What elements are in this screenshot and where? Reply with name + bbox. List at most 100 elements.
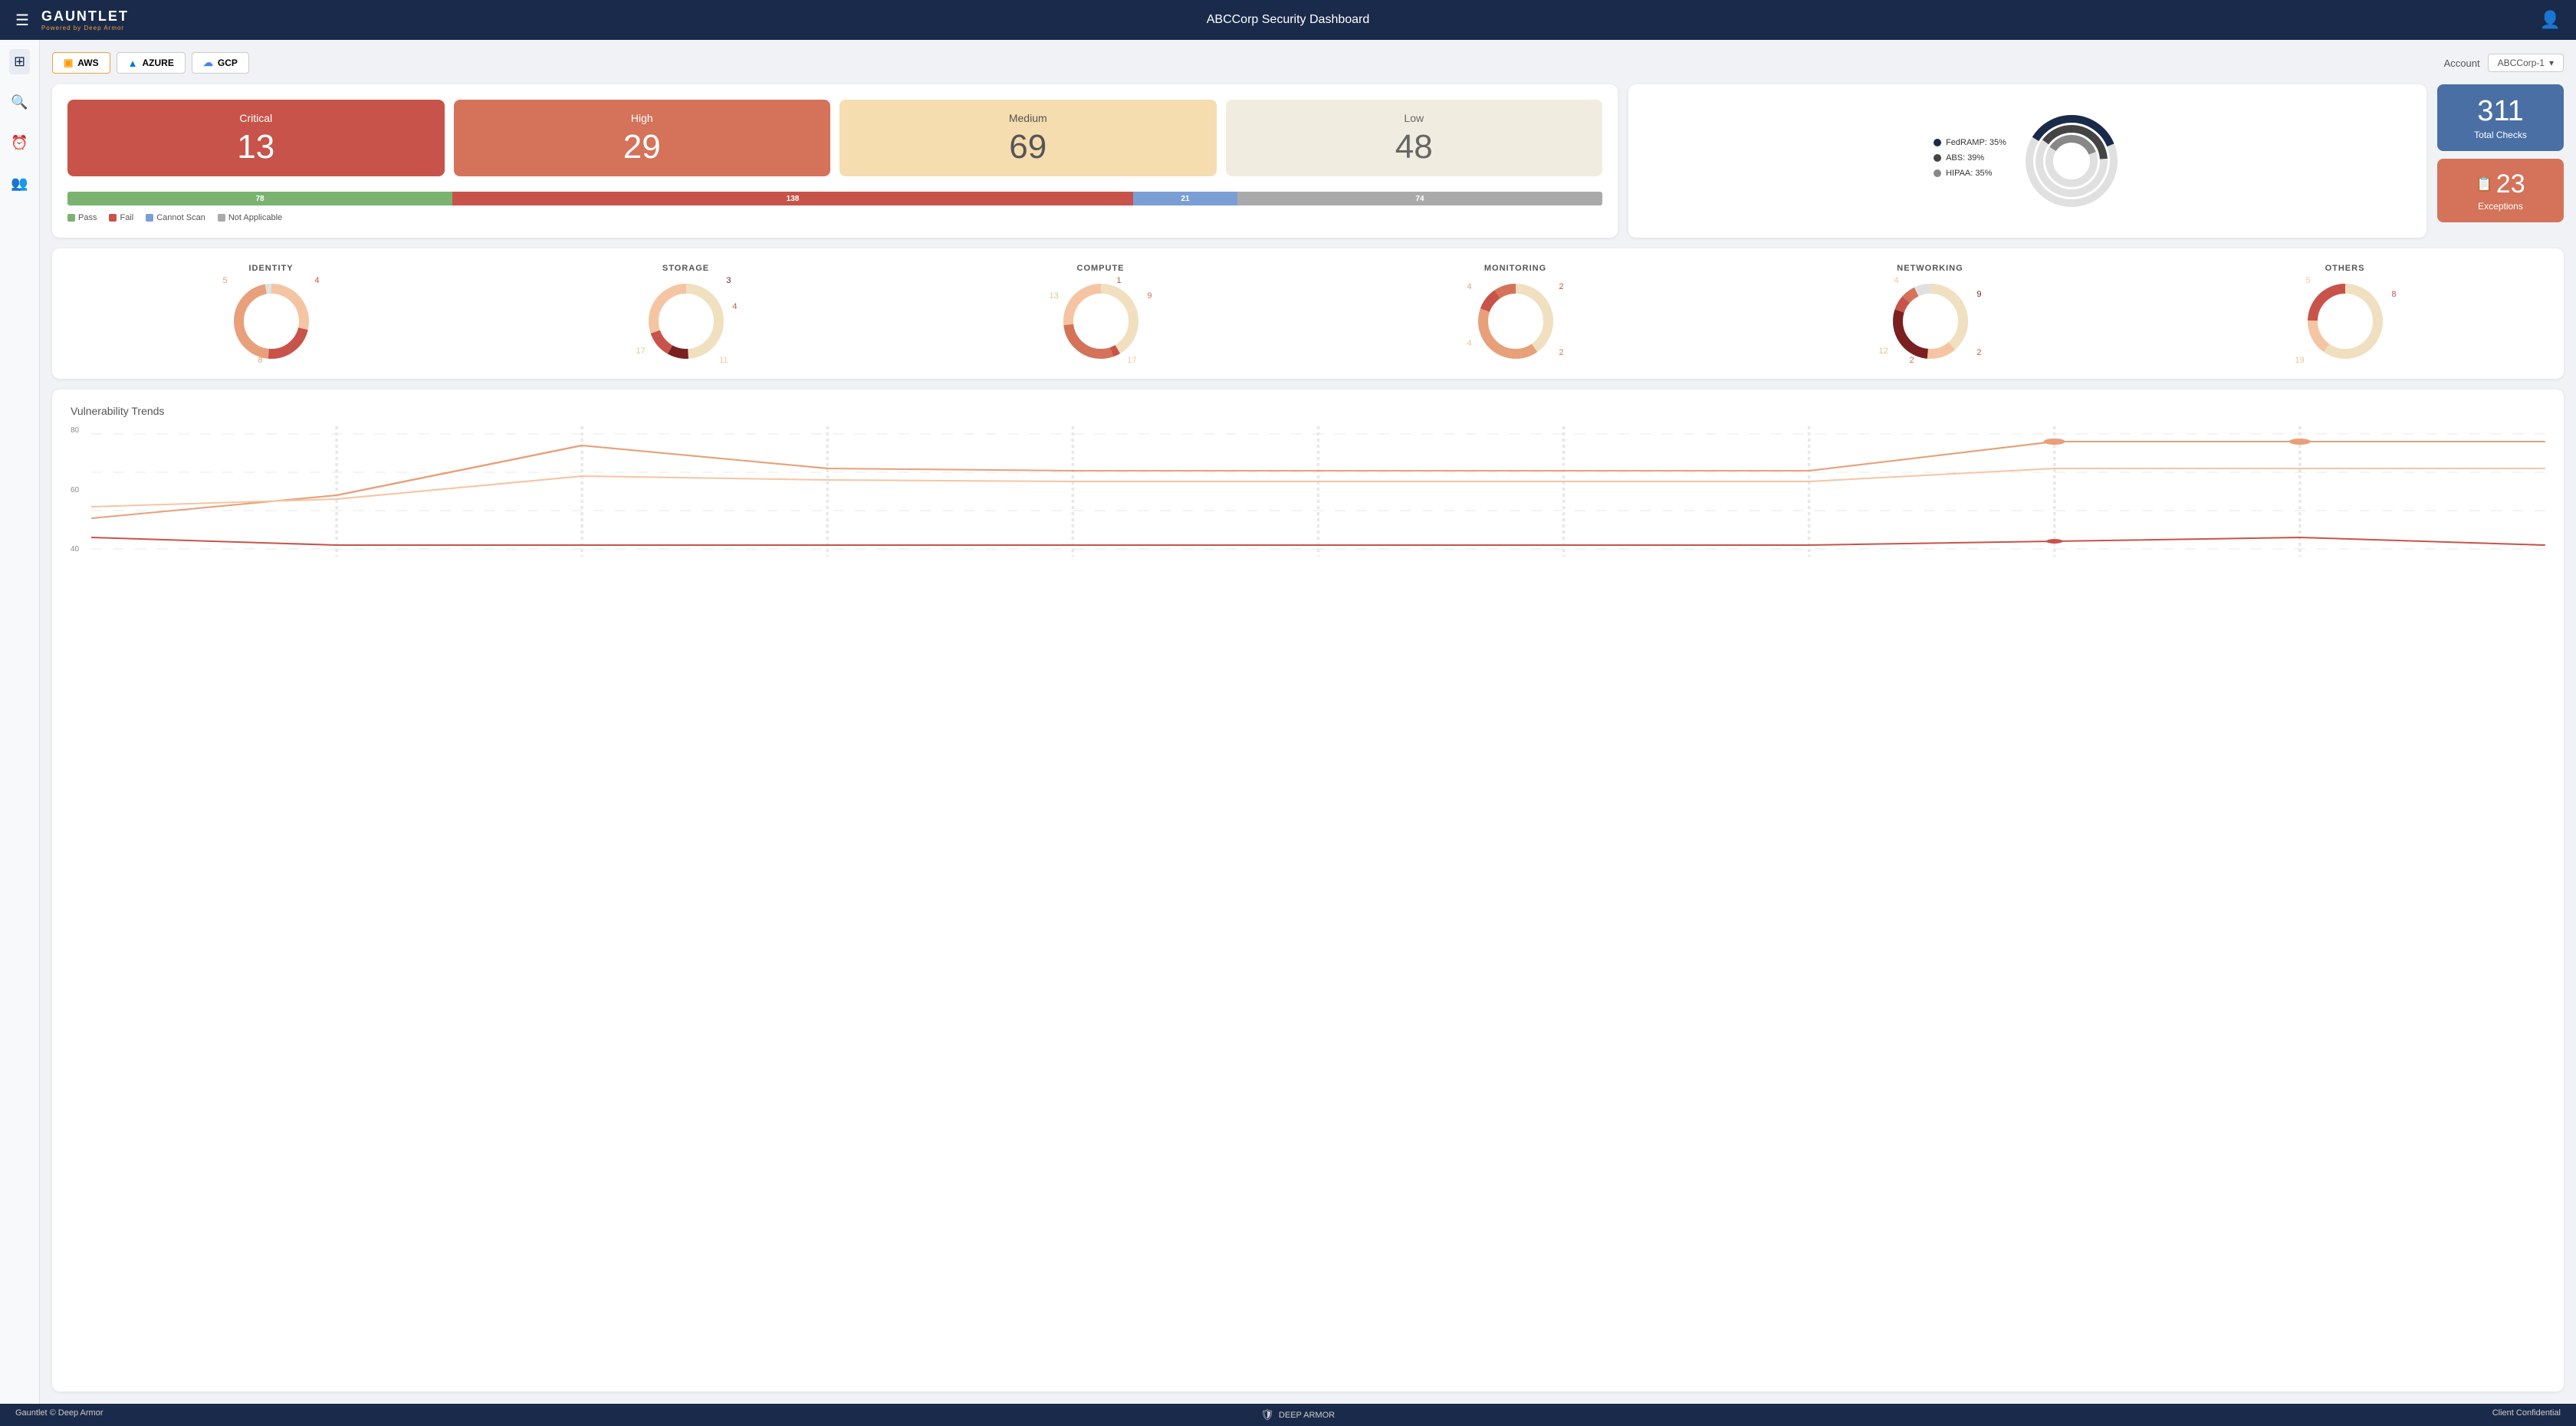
chevron-down-icon: ▾ xyxy=(2549,58,2554,68)
total-checks-number: 311 xyxy=(2477,95,2524,128)
severity-panel: Critical 13 High 29 Medium 69 Low 48 xyxy=(52,84,1618,238)
footer-center: 🛡 DEEP ARMOR xyxy=(1260,1408,1335,1421)
account-value: ABCCorp-1 xyxy=(2498,58,2545,68)
content-area: ▣ AWS ▲ AZURE ☁ GCP Account ABCCorp-1 ▾ xyxy=(40,40,2576,1404)
legend-cannot-scan: Cannot Scan xyxy=(146,213,205,222)
hamburger-menu[interactable]: ☰ xyxy=(15,11,29,30)
critical-count: 13 xyxy=(237,130,274,164)
networking-val-2b: 2 xyxy=(1910,356,1914,365)
high-label: High xyxy=(631,112,653,124)
y-axis: 80 60 40 xyxy=(71,426,84,557)
categories-panel: IDENTITY 5 4 8 STORAGE xyxy=(52,248,2564,379)
identity-val-4: 4 xyxy=(314,276,319,285)
compute-val-17b: 17 xyxy=(1127,356,1136,365)
stats-column: 311 Total Checks 📋 23 Exceptions xyxy=(2437,84,2564,238)
monitoring-val-4b: 4 xyxy=(1467,339,1472,348)
high-count: 29 xyxy=(623,130,661,164)
gcp-label: GCP xyxy=(218,58,238,68)
compliance-panel: FedRAMP: 35% ABS: 39% HIPAA: 35% xyxy=(1628,84,2426,238)
low-count: 48 xyxy=(1395,130,1433,164)
severity-card-high: High 29 xyxy=(454,100,831,176)
monitoring-val-2a: 2 xyxy=(1559,282,1563,291)
trend-panel: Vulnerability Trends 80 60 40 xyxy=(52,389,2564,1392)
exceptions-card: 📋 23 Exceptions xyxy=(2437,159,2564,222)
storage-chart: 3 4 11 17 xyxy=(644,279,728,363)
cloud-tabs: ▣ AWS ▲ AZURE ☁ GCP xyxy=(52,52,249,74)
monitoring-label: MONITORING xyxy=(1484,264,1546,273)
y-40: 40 xyxy=(71,545,79,554)
exceptions-label: Exceptions xyxy=(2478,201,2523,212)
abs-item: ABS: 39% xyxy=(1934,153,2006,163)
logo-subtitle: Powered by Deep Armor xyxy=(41,25,129,31)
networking-val-12: 12 xyxy=(1879,347,1888,356)
sidebar-item-audit[interactable]: 🔍 xyxy=(6,90,32,115)
fail-label: Fail xyxy=(120,213,133,222)
trend-svg xyxy=(91,426,2545,557)
category-networking: NETWORKING 4 9 2 2 12 xyxy=(1888,264,1973,363)
azure-label: AZURE xyxy=(143,58,174,68)
aws-label: AWS xyxy=(77,58,98,68)
networking-val-4: 4 xyxy=(1894,276,1899,285)
account-label: Account xyxy=(2444,58,2480,69)
others-val-8: 8 xyxy=(2391,290,2396,299)
compliance-chart xyxy=(2022,111,2121,211)
sidebar-item-dashboard[interactable]: ⊞ xyxy=(9,49,30,74)
footer-right: Client Confidential xyxy=(2492,1408,2561,1421)
medium-label: Medium xyxy=(1009,112,1047,124)
account-dropdown[interactable]: ABCCorp-1 ▾ xyxy=(2488,54,2564,72)
hipaa-item: HIPAA: 35% xyxy=(1934,169,2006,178)
monitoring-val-2b: 2 xyxy=(1559,348,1563,357)
trend-dot-3 xyxy=(2046,539,2062,544)
category-compute: COMPUTE 1 9 17 13 xyxy=(1059,264,1143,363)
fedramp-dot xyxy=(1934,139,1941,146)
networking-label: NETWORKING xyxy=(1897,264,1963,273)
total-checks-card: 311 Total Checks xyxy=(2437,84,2564,151)
fedramp-item: FedRAMP: 35% xyxy=(1934,138,2006,147)
identity-val-5: 5 xyxy=(223,276,228,285)
others-chart: 5 8 19 xyxy=(2303,279,2387,363)
others-label: OTHERS xyxy=(2325,264,2365,273)
chart-plot xyxy=(91,426,2545,557)
tab-gcp[interactable]: ☁ GCP xyxy=(192,52,249,74)
sidebar-item-alerts[interactable]: ⏰ xyxy=(6,130,32,156)
legend-pass: Pass xyxy=(67,213,97,222)
others-val-5: 5 xyxy=(2306,276,2311,285)
exceptions-number: 23 xyxy=(2496,169,2525,199)
hipaa-dot xyxy=(1934,169,1941,177)
others-val-19: 19 xyxy=(2295,356,2305,365)
compute-chart: 1 9 17 13 xyxy=(1059,279,1143,363)
compute-val-13: 13 xyxy=(1050,291,1059,301)
page-title: ABCCorp Security Dashboard xyxy=(1207,13,1370,27)
gcp-icon: ☁ xyxy=(203,57,213,69)
fail-dot xyxy=(109,214,117,222)
top-navigation: ☰ GAUNTLET Powered by Deep Armor ABCCorp… xyxy=(0,0,2576,40)
exceptions-icon: 📋 xyxy=(2476,176,2492,192)
trend-chart-area: 80 60 40 xyxy=(71,426,2545,557)
tab-aws[interactable]: ▣ AWS xyxy=(52,52,110,74)
footer: Gauntlet © Deep Armor 🛡 DEEP ARMOR Clien… xyxy=(0,1404,2576,1426)
fedramp-label: FedRAMP: 35% xyxy=(1946,138,2006,147)
logo-area: GAUNTLET Powered by Deep Armor xyxy=(41,8,129,31)
compute-val-1: 1 xyxy=(1116,276,1121,285)
sidebar-item-users[interactable]: 👥 xyxy=(6,171,32,196)
pb-cannot: 21 xyxy=(1133,192,1237,205)
category-identity: IDENTITY 5 4 8 xyxy=(229,264,314,363)
legend-fail: Fail xyxy=(109,213,133,222)
medium-count: 69 xyxy=(1009,130,1046,164)
low-label: Low xyxy=(1404,112,1424,124)
account-selector: Account ABCCorp-1 ▾ xyxy=(2444,54,2564,72)
legend-not-applicable: Not Applicable xyxy=(218,213,282,222)
tab-azure[interactable]: ▲ AZURE xyxy=(117,52,186,74)
abs-label: ABS: 39% xyxy=(1946,153,1984,163)
progress-bar-container: 78 138 21 74 xyxy=(67,192,1602,205)
footer-center-logo: DEEP ARMOR xyxy=(1279,1411,1335,1420)
cannot-scan-dot xyxy=(146,214,153,222)
compute-val-9: 9 xyxy=(1147,291,1152,301)
logo-title: GAUNTLET xyxy=(41,8,129,25)
cannot-scan-label: Cannot Scan xyxy=(156,213,205,222)
user-icon[interactable]: 👤 xyxy=(2540,10,2561,30)
category-storage: STORAGE 3 4 11 17 xyxy=(644,264,728,363)
storage-val-11: 11 xyxy=(719,356,728,365)
pb-fail: 138 xyxy=(452,192,1133,205)
storage-val-4: 4 xyxy=(732,302,737,311)
